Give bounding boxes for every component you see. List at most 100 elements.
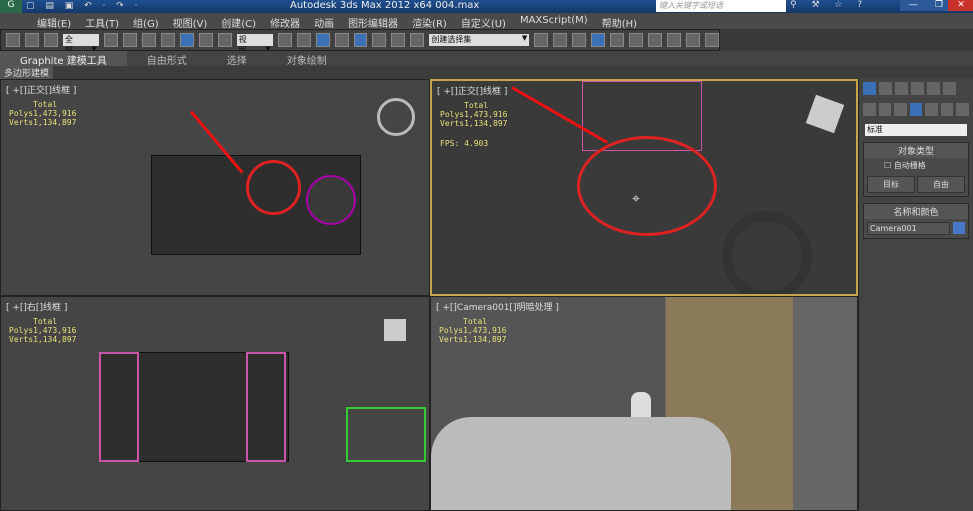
angle-snap-icon[interactable] (353, 33, 368, 47)
shapes-icon[interactable] (878, 103, 892, 116)
geometry-icon[interactable] (863, 103, 876, 116)
main-toolbar: 全部 视图 创建选择集 (0, 29, 720, 55)
menu-edit[interactable]: 编辑(E) (30, 13, 78, 30)
layer-manager-icon[interactable] (572, 33, 587, 47)
highlight-circle (577, 136, 717, 236)
menu-group[interactable]: 组(G) (126, 13, 166, 30)
reference-coord-dropdown[interactable]: 视图 (236, 34, 273, 55)
percent-snap-icon[interactable] (372, 33, 387, 47)
quick-access-toolbar[interactable]: ▢ ▤ ▣ ↶ · ↷ · (26, 1, 141, 11)
viewport-ortho-active[interactable]: [ +[]正交[]线框 ] Total Polys1,473,916 Verts1,… (430, 79, 858, 296)
title-bar: G ▢ ▤ ▣ ↶ · ↷ · Autodesk 3ds Max 2012 x6… (0, 0, 973, 13)
camera-gizmo-icon[interactable]: ⌖ (632, 191, 640, 207)
menu-rendering[interactable]: 渲染(R) (405, 13, 454, 30)
render-teapot-icon[interactable] (704, 33, 719, 47)
window-crossing-icon[interactable] (160, 33, 175, 47)
tab-object-paint[interactable]: 对象绘制 (267, 51, 347, 67)
viewcube-icon[interactable] (384, 319, 406, 341)
viewport-camera[interactable]: [ +[]Camera001[]明暗处理 ] Total Polys1,473,9… (430, 296, 858, 511)
viewport-label[interactable]: [ +[]正交[]线框 ] (6, 83, 76, 96)
helpers-icon[interactable] (925, 103, 938, 116)
rotate-icon[interactable] (198, 33, 213, 47)
help-icon[interactable]: ? (857, 0, 868, 10)
free-camera-button[interactable]: 自由 (917, 176, 965, 193)
menu-graph-editors[interactable]: 图形编辑器 (341, 13, 405, 30)
named-selection-dropdown[interactable]: 创建选择集 (429, 34, 530, 46)
rollout-header[interactable]: 对象类型 (864, 143, 968, 158)
systems-icon[interactable] (956, 103, 970, 116)
menu-maxscript[interactable]: MAXScript(M) (513, 13, 595, 29)
viewport-right[interactable]: [ +[]右[]线框 ] Total Polys1,473,916 Verts1,1… (0, 296, 430, 511)
utilities-tab-icon[interactable] (943, 82, 956, 95)
display-tab-icon[interactable] (927, 82, 940, 95)
tab-selection[interactable]: 选择 (207, 51, 267, 67)
viewport-label[interactable]: [ +[]正交[]线框 ] (437, 84, 507, 97)
manipulate-icon[interactable] (296, 33, 311, 47)
create-tab-icon[interactable] (863, 82, 876, 95)
select-object-icon[interactable] (103, 33, 118, 47)
align-icon[interactable] (553, 33, 568, 47)
viewcube-icon[interactable] (377, 98, 415, 136)
edit-named-selection-icon[interactable] (410, 33, 425, 47)
pivot-center-icon[interactable] (277, 33, 292, 47)
polygon-modeling-tab[interactable]: 多边形建模 (0, 66, 54, 79)
info-center-icons[interactable]: ⚲ ⚒ ☆ ? (790, 0, 868, 10)
menu-bar: 编辑(E) 工具(T) 组(G) 视图(V) 创建(C) 修改器 动画 图形编辑… (0, 13, 973, 30)
bind-space-warp-icon[interactable] (43, 33, 58, 47)
keyboard-shortcut-icon[interactable] (315, 33, 330, 47)
material-editor-icon[interactable] (648, 33, 662, 47)
category-dropdown[interactable]: 标准 (865, 124, 967, 136)
stats-overlay: Total Polys1,473,916 Verts1,134,897 (439, 317, 507, 344)
menu-tools[interactable]: 工具(T) (78, 13, 126, 30)
rendered-frame-icon[interactable] (685, 33, 700, 47)
search-input[interactable]: 键入关键字或短语 (656, 0, 786, 12)
render-setup-icon[interactable] (666, 33, 681, 47)
curve-editor-icon[interactable] (610, 33, 625, 47)
lights-icon[interactable] (894, 103, 907, 116)
color-swatch[interactable] (953, 222, 965, 234)
menu-views[interactable]: 视图(V) (166, 13, 215, 30)
unlink-icon[interactable] (24, 33, 39, 47)
viewport-label[interactable]: [ +[]右[]线框 ] (6, 300, 67, 313)
object-name-input[interactable]: Camera001 (867, 222, 950, 235)
app-menu-button[interactable]: G (0, 0, 22, 13)
menu-create[interactable]: 创建(C) (214, 13, 263, 30)
link-icon[interactable] (6, 33, 20, 47)
close-button[interactable]: ✕ (948, 0, 973, 11)
scale-icon[interactable] (217, 33, 232, 47)
menu-modifiers[interactable]: 修改器 (263, 13, 307, 30)
fps-readout: FPS: 4.903 (440, 139, 489, 148)
object-type-rollout: 对象类型 ☐ 自动栅格 目标 自由 (863, 142, 969, 197)
tab-graphite[interactable]: Graphite 建模工具 (0, 51, 127, 67)
cameras-icon[interactable] (909, 103, 923, 116)
spinner-snap-icon[interactable] (391, 33, 406, 47)
target-camera-button[interactable]: 目标 (867, 176, 915, 193)
minimize-button[interactable]: — (900, 0, 926, 11)
select-by-name-icon[interactable] (122, 33, 137, 47)
modify-tab-icon[interactable] (879, 82, 892, 95)
viewport-label[interactable]: [ +[]Camera001[]明暗处理 ] (436, 300, 559, 313)
stats-overlay: Total Polys1,473,916 Verts1,134,897 (9, 317, 77, 344)
lattice-panel (99, 352, 139, 462)
hierarchy-tab-icon[interactable] (895, 82, 908, 95)
graphite-toggle-icon[interactable] (591, 33, 606, 47)
menu-help[interactable]: 帮助(H) (595, 13, 644, 30)
rect-selection-icon[interactable] (141, 33, 156, 47)
menu-customize[interactable]: 自定义(U) (454, 13, 513, 30)
tab-freeform[interactable]: 自由形式 (127, 51, 207, 67)
sofa-render (431, 417, 731, 510)
selection-filter-dropdown[interactable]: 全部 (62, 34, 99, 55)
motion-tab-icon[interactable] (911, 82, 924, 95)
snap-toggle-icon[interactable] (334, 33, 349, 47)
move-icon[interactable] (179, 33, 194, 47)
stats-overlay: Total Polys1,473,916 Verts1,134,897 (440, 101, 508, 128)
rollout-header[interactable]: 名称和颜色 (864, 204, 968, 219)
autogrid-checkbox[interactable]: ☐ 自动栅格 (864, 158, 968, 173)
menu-animation[interactable]: 动画 (307, 13, 341, 30)
viewcube-icon[interactable] (805, 94, 845, 134)
viewport-top[interactable]: [ +[]正交[]线框 ] Total Polys1,473,916 Verts1,… (0, 79, 430, 296)
window-title: Autodesk 3ds Max 2012 x64 004.max (290, 0, 480, 11)
mirror-icon[interactable] (534, 33, 549, 47)
spacewarps-icon[interactable] (940, 103, 954, 116)
schematic-view-icon[interactable] (629, 33, 644, 47)
